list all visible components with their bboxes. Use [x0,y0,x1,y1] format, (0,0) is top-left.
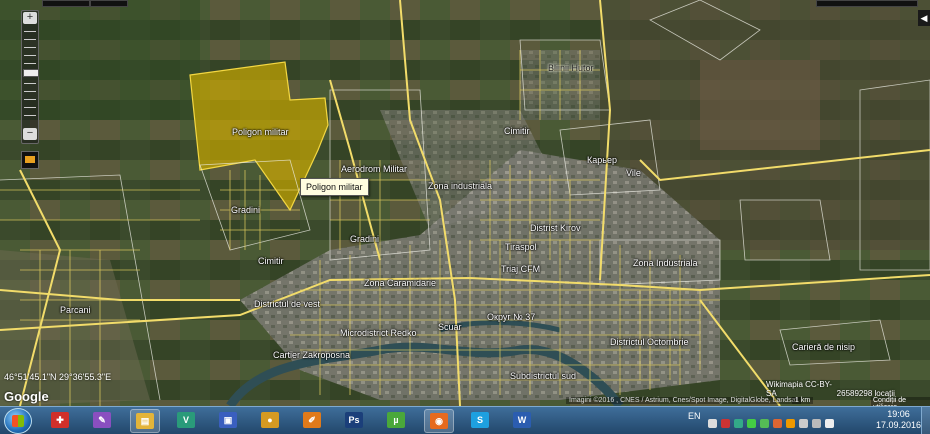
windows-logo-icon [12,415,24,427]
taskbar-photoshop[interactable]: Ps [340,409,368,431]
word-icon: W [513,412,531,428]
network-icon[interactable] [734,419,743,428]
connection-icon[interactable] [812,419,821,428]
scale-bar[interactable]: 1 km [792,397,814,404]
lock-icon: ● [261,412,279,428]
place-label[interactable]: Districtul Octombrie [610,337,689,347]
place-label[interactable]: Tiraspol [505,242,537,252]
place-label[interactable]: Microdistrict Redko [340,328,417,338]
floppy-icon: ▣ [219,412,237,428]
show-desktop-button[interactable] [921,407,930,434]
volume-icon[interactable] [825,419,834,428]
zoom-level-tick[interactable] [24,47,36,48]
place-label[interactable]: Parcani [60,305,91,315]
place-label[interactable]: Vile [626,168,641,178]
wikimapia-link[interactable]: Wikimapia CC-BY-SA [766,380,832,398]
zoom-level-tick[interactable] [24,107,36,108]
antivirus-icon[interactable] [721,419,730,428]
keyboard-icon[interactable] [708,419,717,428]
taskbar-skype[interactable]: S [466,409,494,431]
zoom-level-tick[interactable] [24,39,36,40]
place-label[interactable]: Bliinii Hutor [548,63,594,73]
imagery-credits: Imagini ©2016 , CNES / Astrium, Cnes/Spo… [566,397,801,404]
taskbar-firefox[interactable]: ◉ [424,409,454,433]
zoom-level-tick[interactable] [24,115,36,116]
flag-icon[interactable] [799,419,808,428]
top-left-control[interactable] [42,0,90,7]
taskbar-word[interactable]: W [508,409,536,431]
zoom-level-tick[interactable] [24,31,36,32]
place-label[interactable]: Cimitir [258,256,284,266]
place-label[interactable]: Districtul de vest [254,299,320,309]
place-label[interactable]: Carieră de nisip [792,342,855,352]
language-indicator[interactable]: EN [688,411,701,421]
pen-icon: ✐ [303,412,321,428]
photoshop-icon: Ps [345,412,363,428]
skype-icon: S [471,412,489,428]
clock-date: 17.09.2016 [876,420,922,430]
coordinates-readout: 46°51'45.1"N 29°36'55.3"E [4,372,112,382]
top-left-control-2[interactable] [90,0,128,7]
taskbar: ✚ ✎ ▤ V ▣ ● ✐ Ps µ ◉ S W EN 19:06 17.09.2… [0,406,930,434]
polygon-label[interactable]: Poligon militar [232,127,289,137]
taskbar-app-purple[interactable]: ✎ [88,409,116,431]
zoom-level-tick[interactable] [24,91,36,92]
place-label[interactable]: Zona Caramidarie [364,278,436,288]
clock-time: 19:06 [887,409,910,419]
place-label[interactable]: Aerodrom Militar [341,164,407,174]
firefox-icon: ◉ [430,413,448,429]
zoom-in-button[interactable]: + [23,12,37,24]
place-label[interactable]: Карьер [587,155,617,165]
clock[interactable]: 19:06 17.09.2016 [876,409,921,431]
layer-toggle-button[interactable] [21,151,39,169]
top-right-control[interactable] [816,0,918,7]
utorrent-icon: µ [387,412,405,428]
security-icon[interactable] [786,419,795,428]
folder-icon: ▤ [136,413,154,429]
map-view[interactable]: + − ◀ Poligon militar Poligon militar Bl… [0,0,930,406]
place-label[interactable]: Subdistrictul sud [510,371,576,381]
layers-icon [25,156,35,163]
sync-icon[interactable] [747,419,756,428]
zoom-out-button[interactable]: − [23,128,37,140]
system-tray [708,415,838,433]
torrent-tray-icon[interactable] [760,419,769,428]
v-app-icon: V [177,412,195,428]
wikimapia-attribution: Wikimapia CC-BY-SA 26589298 locații [766,380,930,398]
taskbar-app-lock[interactable]: ● [256,409,284,431]
place-label[interactable]: Triaj CFM [501,264,540,274]
place-label[interactable]: Zona industriala [428,181,492,191]
zoom-slider-thumb[interactable] [23,69,39,77]
terms-link[interactable]: Condiții de utilizare [871,397,930,406]
side-panel-toggle[interactable]: ◀ [918,10,930,26]
place-label[interactable]: Округ № 37 [487,312,535,322]
zoom-level-tick[interactable] [24,55,36,56]
zoom-level-tick[interactable] [24,83,36,84]
zoom-level-tick[interactable] [24,63,36,64]
place-label[interactable]: Cimitir [504,126,530,136]
taskbar-app-draw[interactable]: ✐ [298,409,326,431]
zoom-level-tick[interactable] [24,99,36,100]
tooltip: Poligon militar [300,178,369,196]
taskbar-explorer[interactable]: ▤ [130,409,160,433]
place-label[interactable]: Gradini [231,205,260,215]
taskbar-utorrent[interactable]: µ [382,409,410,431]
red-app-icon: ✚ [51,412,69,428]
place-label[interactable]: Zona Industriala [633,258,698,268]
update-icon[interactable] [773,419,782,428]
place-label[interactable]: Distrist Kirov [530,223,581,233]
purple-app-icon: ✎ [93,412,111,428]
google-logo: Google [4,389,49,404]
zoom-control: + − [21,10,39,144]
start-button[interactable] [4,408,32,434]
taskbar-app-vim[interactable]: V [172,409,200,431]
taskbar-app-red[interactable]: ✚ [46,409,74,431]
place-label[interactable]: Gradini [350,234,379,244]
place-label[interactable]: Cartier Zakroposna [273,350,350,360]
satellite-imagery [0,0,930,406]
place-label[interactable]: Scuar [438,322,462,332]
taskbar-app-save[interactable]: ▣ [214,409,242,431]
